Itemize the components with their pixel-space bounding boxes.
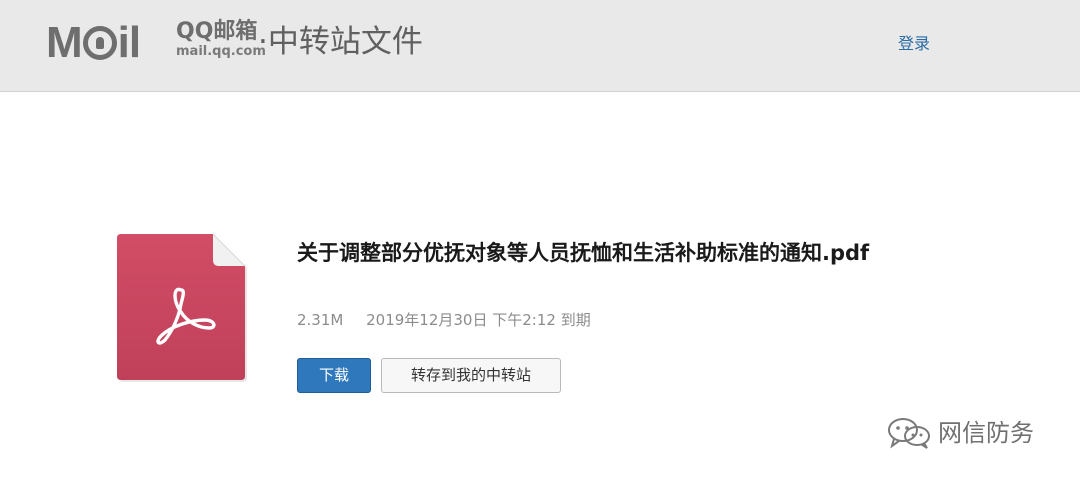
file-size: 2.31M: [297, 311, 344, 329]
logo-domain: mail.qq.com: [176, 44, 266, 59]
mail-logo-o-icon: [82, 26, 117, 60]
download-button[interactable]: 下载: [297, 358, 371, 393]
logo-product-name: QQ邮箱: [176, 19, 258, 44]
file-name: 关于调整部分优抚对象等人员抚恤和生活补助标准的通知.pdf: [297, 241, 870, 265]
mail-logo-wordmark: Mil: [46, 18, 141, 67]
pdf-file-icon: [115, 232, 251, 386]
file-expiry: 2019年12月30日 下午2:12 到期: [366, 311, 591, 329]
login-link[interactable]: 登录: [898, 34, 930, 54]
save-to-transfer-station-button[interactable]: 转存到我的中转站: [381, 358, 561, 393]
qq-mail-logo[interactable]: Mil QQ邮箱 mail.qq.com ·中转站文件: [46, 18, 466, 66]
page-title: ·中转站文件: [258, 24, 423, 60]
file-meta: 2.31M 2019年12月30日 下午2:12 到期: [297, 309, 609, 331]
top-header-bar: Mil QQ邮箱 mail.qq.com ·中转站文件 登录: [0, 0, 1080, 92]
watermark-text: 网信防务: [938, 419, 1034, 447]
wechat-icon: [888, 418, 930, 449]
